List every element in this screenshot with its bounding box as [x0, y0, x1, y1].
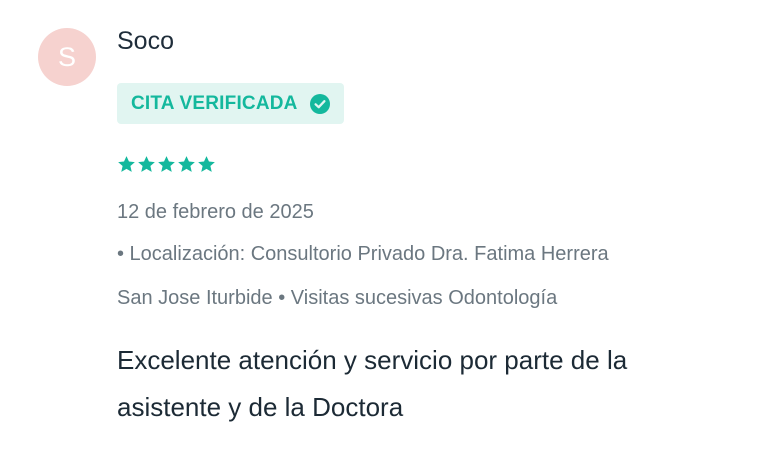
- review-date: 12 de febrero de 2025: [117, 201, 314, 223]
- star-icon: [158, 156, 175, 172]
- review-card: S Soco CITA VERIFICADA 12 de febrero de …: [0, 0, 768, 469]
- avatar: S: [38, 28, 96, 86]
- visit-type-line: San Jose Iturbide • Visitas sucesivas Od…: [117, 287, 558, 309]
- review-comment: Excelente atención y servicio por parte …: [117, 345, 628, 422]
- star-icon: [198, 156, 215, 172]
- verified-badge-label: CITA VERIFICADA: [131, 92, 298, 114]
- check-circle-icon: [309, 93, 330, 114]
- star-icon: [138, 156, 155, 172]
- verified-badge: CITA VERIFICADA: [117, 83, 344, 124]
- star-rating: [117, 155, 216, 174]
- reviewer-name: Soco: [117, 27, 174, 55]
- star-icon: [178, 156, 195, 172]
- location-line: • Localización: Consultorio Privado Dra.…: [117, 243, 609, 265]
- star-icon: [118, 156, 135, 172]
- avatar-initial: S: [57, 41, 76, 72]
